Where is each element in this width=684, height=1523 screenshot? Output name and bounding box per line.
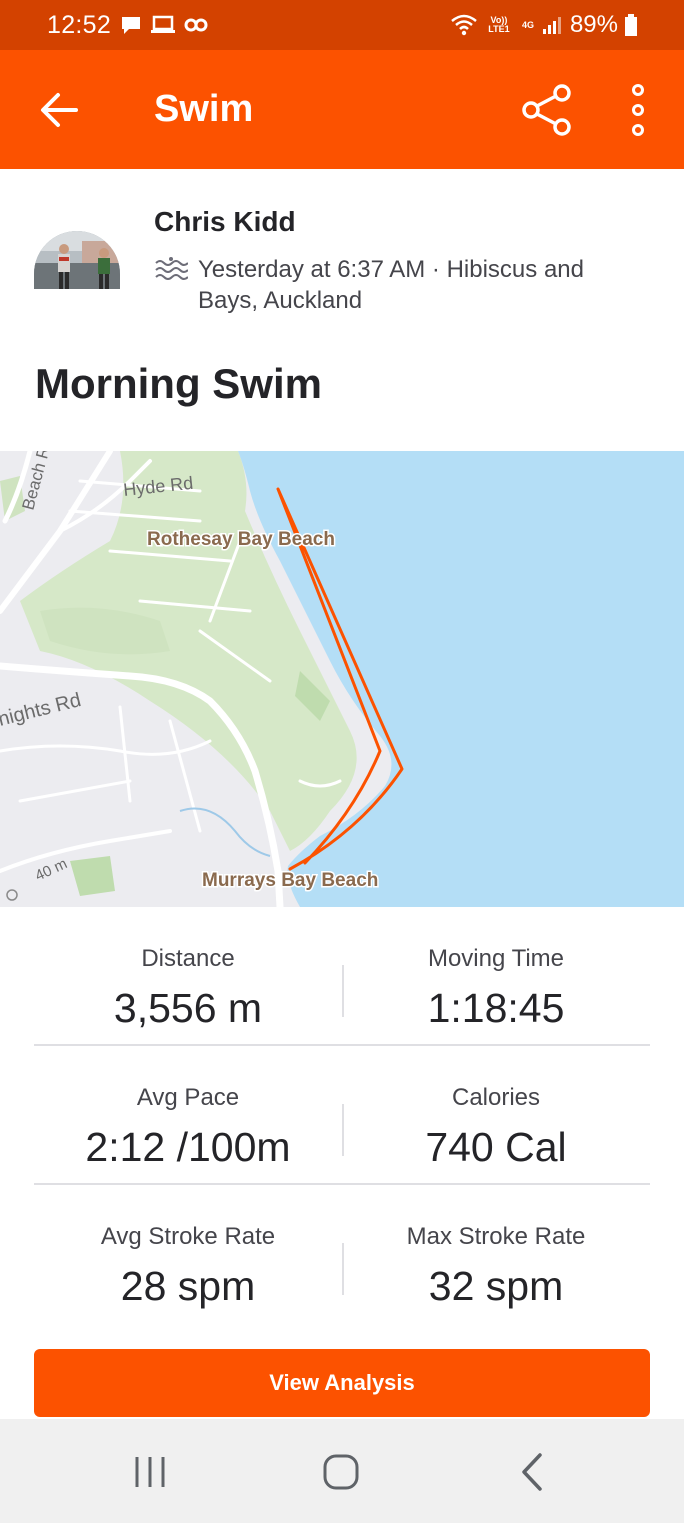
- activity-meta: Yesterday at 6:37 AM · Hibiscus and Bays…: [198, 256, 584, 314]
- system-nav-bar: [0, 1419, 684, 1523]
- map-label-rothesay-bay-beach: Rothesay Bay Beach: [147, 529, 335, 550]
- stat-row: Avg Pace 2:12 /100m Calories 740 Cal: [34, 1046, 650, 1185]
- network-type-indicator: 4G: [521, 19, 534, 30]
- stat-label: Max Stroke Rate: [406, 1223, 586, 1250]
- stat-value: 2:12 /100m: [85, 1124, 291, 1170]
- stat-row: Distance 3,556 m Moving Time 1:18:45: [34, 907, 650, 1046]
- status-time: 12:52: [47, 11, 112, 39]
- view-analysis-button[interactable]: View Analysis: [34, 1349, 650, 1417]
- stat-avg-stroke-rate: Avg Stroke Rate 28 spm: [34, 1185, 342, 1324]
- stat-row: Avg Stroke Rate 28 spm Max Stroke Rate 3…: [34, 1185, 650, 1324]
- stat-label: Distance: [141, 945, 235, 972]
- stats-grid: Distance 3,556 m Moving Time 1:18:45 Avg…: [34, 907, 650, 1324]
- more-vertical-icon[interactable]: [622, 82, 654, 138]
- page-title: Swim: [154, 88, 254, 130]
- stat-max-stroke-rate: Max Stroke Rate 32 spm: [342, 1185, 650, 1324]
- route-map[interactable]: Beach R Hyde Rd Rothesay Bay Beach night…: [0, 451, 684, 907]
- stat-label: Calories: [451, 1084, 541, 1111]
- wifi-icon: [451, 14, 477, 36]
- stat-avg-pace: Avg Pace 2:12 /100m: [34, 1046, 342, 1185]
- signal-icon: [542, 17, 561, 34]
- map-label-murrays-bay-beach: Murrays Bay Beach: [202, 870, 378, 891]
- swim-icon: [155, 257, 188, 280]
- stat-value: 32 spm: [428, 1263, 564, 1309]
- stat-label: Moving Time: [427, 945, 565, 972]
- athlete-name[interactable]: Chris Kidd: [154, 206, 296, 238]
- stat-value: 3,556 m: [113, 985, 263, 1031]
- stat-distance: Distance 3,556 m: [34, 907, 342, 1046]
- stat-value: 740 Cal: [425, 1124, 567, 1170]
- app-icon: [184, 18, 208, 32]
- battery-icon: [625, 14, 637, 36]
- stat-moving-time: Moving Time 1:18:45: [342, 907, 650, 1046]
- home-icon[interactable]: [318, 1449, 364, 1495]
- stat-value: 1:18:45: [427, 985, 565, 1031]
- message-icon: [122, 17, 140, 34]
- status-bar: 12:52 Vo)) LTE1 4G 89%: [0, 0, 684, 50]
- system-icons: Vo)) LTE1 4G 89%: [450, 11, 638, 39]
- share-icon[interactable]: [520, 82, 574, 138]
- stat-label: Avg Stroke Rate: [100, 1223, 276, 1250]
- arrow-left-icon[interactable]: [36, 88, 82, 132]
- volte-indicator: Vo)) LTE1: [488, 15, 510, 34]
- stat-calories: Calories 740 Cal: [342, 1046, 650, 1185]
- app-bar: Swim: [0, 50, 684, 169]
- activity-title: Morning Swim: [35, 360, 322, 407]
- avatar[interactable]: [34, 231, 120, 289]
- battery-percent: 89%: [569, 11, 618, 38]
- back-nav-icon[interactable]: [510, 1449, 556, 1495]
- notification-icons: [120, 12, 208, 38]
- stat-value: 28 spm: [120, 1263, 256, 1309]
- laptop-icon: [151, 15, 175, 33]
- stat-label: Avg Pace: [136, 1084, 240, 1111]
- recents-icon[interactable]: [127, 1449, 173, 1495]
